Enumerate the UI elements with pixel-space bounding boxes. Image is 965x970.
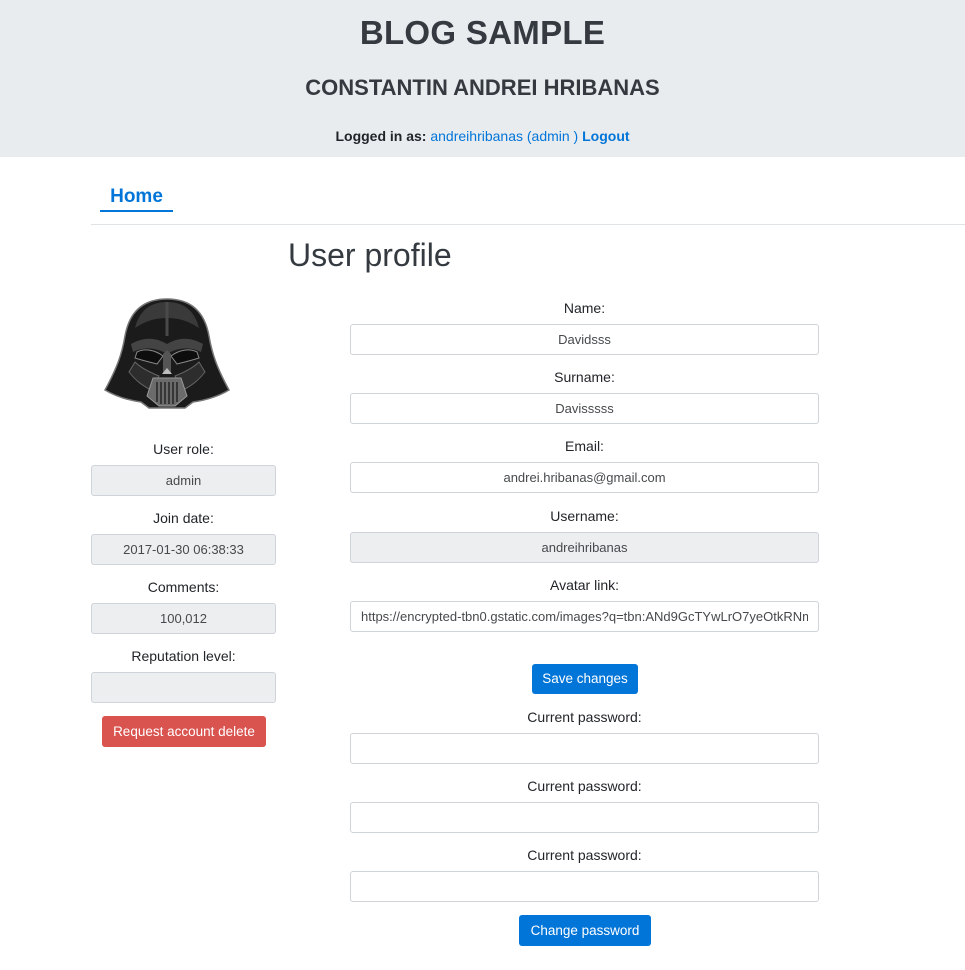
avatar-link-label: Avatar link: — [550, 577, 619, 593]
nav-divider — [91, 224, 965, 225]
name-label: Name: — [563, 300, 606, 316]
username-label: Username: — [550, 508, 619, 524]
password-input-1[interactable] — [350, 733, 819, 764]
user-role-label: User role: — [153, 441, 214, 457]
login-status: Logged in as: andreihribanas (admin ) Lo… — [0, 128, 965, 144]
nav-home-link[interactable]: Home — [100, 186, 173, 212]
password-input-2[interactable] — [350, 802, 819, 833]
user-role-field: admin — [91, 465, 276, 496]
logged-in-label: Logged in as: — [335, 128, 427, 144]
name-input[interactable] — [350, 324, 819, 355]
logged-in-user-link[interactable]: andreihribanas (admin ) — [430, 128, 578, 144]
surname-label: Surname: — [554, 369, 615, 385]
join-date-label: Join date: — [153, 510, 214, 526]
avatar-link-input[interactable] — [350, 601, 819, 632]
save-changes-button[interactable]: Save changes — [532, 664, 638, 694]
join-date-field: 2017-01-30 06:38:33 — [91, 534, 276, 565]
comments-label: Comments: — [147, 579, 220, 595]
username-input — [350, 532, 819, 563]
surname-input[interactable] — [350, 393, 819, 424]
author-name: CONSTANTIN ANDREI HRIBANAS — [305, 75, 660, 100]
page-title: User profile — [288, 237, 452, 273]
comments-field: 100,012 — [91, 603, 276, 634]
darth-vader-helmet-icon — [103, 298, 231, 409]
current-password-label-2: Current password: — [527, 778, 642, 794]
current-password-label-1: Current password: — [527, 709, 642, 725]
current-password-label-3: Current password: — [527, 847, 642, 863]
site-title: BLOG SAMPLE — [359, 14, 606, 51]
change-password-button[interactable]: Change password — [519, 915, 651, 946]
page-header: BLOG SAMPLE CONSTANTIN ANDREI HRIBANAS L… — [0, 0, 965, 157]
email-label: Email: — [565, 438, 604, 454]
reputation-field — [91, 672, 276, 703]
password-input-3[interactable] — [350, 871, 819, 902]
reputation-label: Reputation level: — [131, 648, 236, 664]
email-input[interactable] — [350, 462, 819, 493]
request-account-delete-button[interactable]: Request account delete — [102, 716, 266, 747]
logout-link[interactable]: Logout — [582, 128, 629, 144]
